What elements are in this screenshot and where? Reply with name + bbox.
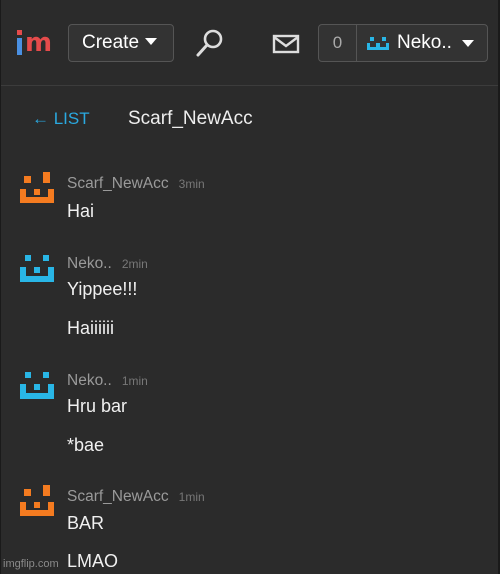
sender-name[interactable]: Neko.. [67, 255, 112, 272]
create-label: Create [82, 32, 140, 53]
logo-dot [17, 30, 22, 35]
user-controls: 0 Neko.. [318, 24, 488, 62]
message-text: BAR [67, 513, 105, 533]
app-frame: m Create 0 Neko.. ← LIST Scarf_NewAcc Sc… [0, 0, 500, 574]
message-time: 3min [178, 177, 205, 191]
blue-pixel-face-icon[interactable] [20, 252, 54, 284]
mail-icon[interactable] [272, 34, 300, 54]
sender-name[interactable]: Scarf_NewAcc [67, 488, 169, 505]
message-meta: Neko.. 1min [67, 372, 148, 390]
message-text: Haiiiiii [67, 318, 115, 338]
user-menu-button[interactable]: Neko.. [365, 25, 487, 61]
chevron-down-icon [462, 40, 474, 47]
logo-letter: m [25, 28, 52, 58]
logo-stem [17, 38, 22, 55]
message-text: Hai [67, 201, 95, 221]
message-text: Yippee!!! [67, 279, 138, 299]
blue-pixel-face-icon[interactable] [20, 369, 54, 401]
conversation-bar: ← LIST Scarf_NewAcc [1, 100, 498, 140]
user-avatar-icon [367, 37, 389, 50]
message-meta: Neko.. 2min [67, 255, 148, 273]
create-button[interactable]: Create [68, 24, 174, 62]
message-meta: Scarf_NewAcc 1min [67, 488, 205, 506]
message-meta: Scarf_NewAcc 3min [67, 175, 205, 193]
sender-name[interactable]: Scarf_NewAcc [67, 175, 169, 192]
message-time: 1min [178, 490, 205, 504]
top-header: m Create 0 Neko.. [1, 0, 498, 86]
notification-count[interactable]: 0 [319, 25, 357, 61]
back-to-list-link[interactable]: ← LIST [32, 109, 90, 129]
message-time: 2min [121, 257, 148, 271]
username-label: Neko.. [397, 32, 452, 53]
conversation-title: Scarf_NewAcc [128, 108, 253, 129]
site-logo[interactable]: m [15, 27, 55, 59]
imgflip-watermark: imgflip.com [3, 558, 59, 570]
orange-pixel-face-icon[interactable] [20, 485, 54, 517]
orange-pixel-face-icon[interactable] [20, 172, 54, 204]
message-time: 1min [121, 374, 148, 388]
chevron-down-icon [145, 38, 158, 46]
message-text: LMAO [67, 551, 119, 571]
message-text: Hru bar [67, 396, 128, 416]
message-text: *bae [67, 435, 105, 455]
sender-name[interactable]: Neko.. [67, 372, 112, 389]
search-icon[interactable] [195, 28, 225, 58]
